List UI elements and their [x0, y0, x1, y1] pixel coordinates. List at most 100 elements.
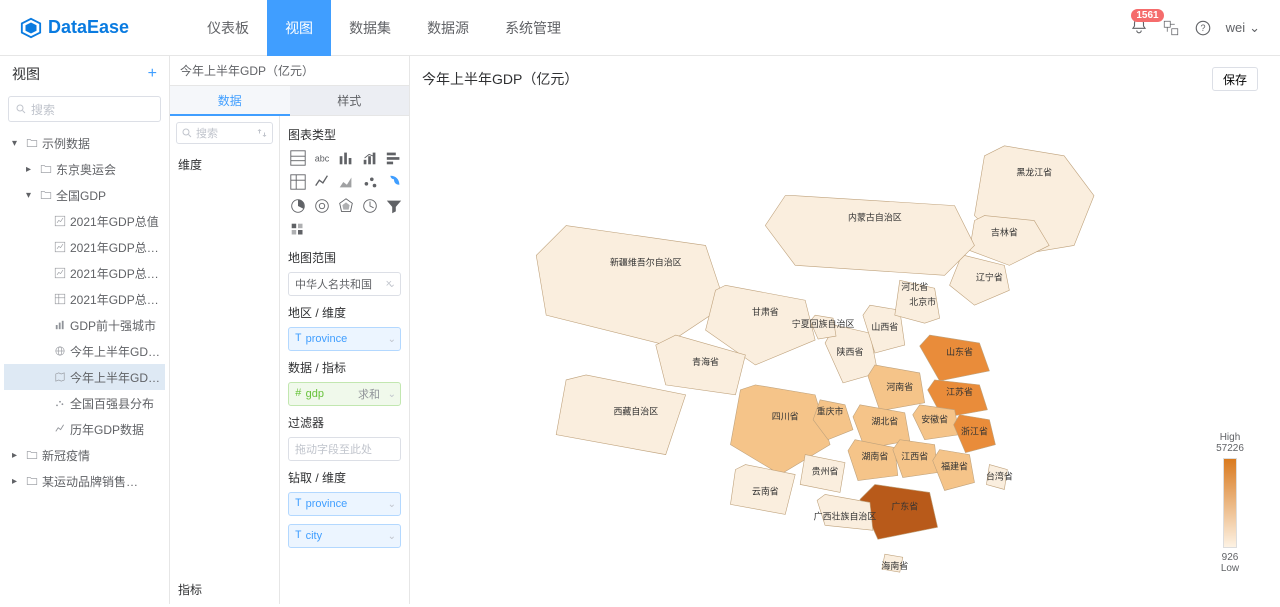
province-label: 四川省 — [772, 411, 799, 422]
view-tree: ▾示例数据▸东京奥运会▾全国GDP2021年GDP总值2021年GDP总…202… — [0, 130, 169, 604]
folder-icon — [40, 189, 52, 201]
chart-type-4[interactable] — [384, 149, 404, 167]
tree-item-0[interactable]: ▾示例数据 — [4, 130, 165, 156]
tree-item-10[interactable]: 全国百强县分布 — [4, 390, 165, 416]
breadcrumb-bar: 今年上半年GDP（亿元） — [170, 56, 409, 86]
tree-item-13[interactable]: ▸某运动品牌销售… — [4, 468, 165, 494]
tab-style[interactable]: 样式 — [290, 86, 410, 116]
chart-type-2[interactable] — [336, 149, 356, 167]
chart-type-label: 图表类型 — [288, 126, 401, 143]
filter-label: 过滤器 — [288, 414, 401, 431]
sidebar-search[interactable]: 搜索 — [8, 96, 161, 122]
nav-item-3[interactable]: 数据源 — [409, 0, 487, 56]
chart-icon — [54, 215, 66, 227]
legend-max: 57226 — [1210, 443, 1250, 454]
drill-field-1[interactable]: T province ⌄ — [288, 492, 401, 516]
nav-item-1[interactable]: 视图 — [267, 0, 331, 56]
add-view-button[interactable]: + — [148, 65, 157, 83]
prov-neimenggu[interactable] — [765, 196, 974, 276]
chart-type-grid: abc — [288, 149, 401, 239]
tab-data[interactable]: 数据 — [170, 86, 290, 116]
chevron-down-icon: ⌄ — [388, 531, 396, 542]
notification-badge: 1561 — [1131, 9, 1163, 22]
search-placeholder: 搜索 — [31, 101, 55, 118]
bar-icon — [54, 319, 66, 331]
search-icon — [15, 103, 27, 115]
chart-type-0[interactable] — [288, 149, 308, 167]
province-label: 陕西省 — [837, 346, 864, 357]
folder-icon — [26, 137, 38, 149]
nav-item-2[interactable]: 数据集 — [331, 0, 409, 56]
province-label: 河北省 — [901, 281, 928, 292]
nav-item-4[interactable]: 系统管理 — [487, 0, 579, 56]
chart-type-10[interactable] — [288, 197, 308, 215]
tree-item-5[interactable]: 2021年GDP总… — [4, 260, 165, 286]
chart-type-15[interactable] — [288, 221, 308, 239]
tree-item-6[interactable]: 2021年GDP总… — [4, 286, 165, 312]
province-label: 江西省 — [901, 451, 928, 462]
chart-config: 图表类型 abc 地图范围 中华人名共和国 × ⌄ 地区 / 维度 T prov… — [280, 116, 409, 604]
province-label: 贵州省 — [812, 466, 839, 477]
chart-type-14[interactable] — [384, 197, 404, 215]
province-label: 浙江省 — [961, 426, 988, 437]
chart-type-8[interactable] — [360, 173, 380, 191]
filter-dropzone[interactable]: 拖动字段至此处 — [288, 437, 401, 461]
user-menu[interactable]: wei ⌄ — [1226, 20, 1260, 36]
chart-type-9[interactable] — [384, 173, 404, 191]
prov-xinjiang[interactable] — [536, 226, 725, 346]
region-dim-field[interactable]: T province ⌄ — [288, 327, 401, 351]
map-range-select[interactable]: 中华人名共和国 × ⌄ — [288, 272, 401, 296]
china-map[interactable]: 黑龙江省吉林省辽宁省内蒙古自治区新疆维吾尔自治区甘肃省青海省西藏自治区四川省重庆… — [410, 106, 1280, 604]
aggregation-label: 求和 — [358, 386, 380, 402]
chart-type-11[interactable] — [312, 197, 332, 215]
map-icon — [54, 371, 66, 383]
dimensions-label: 维度 — [170, 150, 279, 179]
data-metric-field[interactable]: # gdp 求和 ⌄ — [288, 382, 401, 406]
province-label: 宁夏回族自治区 — [792, 318, 855, 329]
tree-item-7[interactable]: GDP前十强城市 — [4, 312, 165, 338]
chart-type-1[interactable]: abc — [312, 149, 332, 167]
brand-logo[interactable]: DataEase — [20, 17, 129, 39]
tree-item-1[interactable]: ▸东京奥运会 — [4, 156, 165, 182]
chart-type-7[interactable] — [336, 173, 356, 191]
chart-type-5[interactable] — [288, 173, 308, 191]
lang-icon[interactable] — [1162, 19, 1180, 37]
nav-item-0[interactable]: 仪表板 — [189, 0, 267, 56]
tree-item-12[interactable]: ▸新冠疫情 — [4, 442, 165, 468]
text-type-icon: T — [295, 333, 302, 345]
canvas-title: 今年上半年GDP（亿元） — [422, 69, 578, 89]
chevron-down-icon: ⌄ — [388, 334, 396, 345]
chart-type-13[interactable] — [360, 197, 380, 215]
save-button[interactable]: 保存 — [1212, 67, 1258, 91]
tree-item-11[interactable]: 历年GDP数据 — [4, 416, 165, 442]
line-icon — [54, 423, 66, 435]
text-type-icon: T — [295, 530, 302, 542]
fields-panel: 搜索 维度 指标 — [170, 116, 280, 604]
province-label: 河南省 — [886, 381, 913, 392]
tree-item-9[interactable]: 今年上半年GD… — [4, 364, 165, 390]
notification-button[interactable]: 1561 — [1130, 17, 1148, 38]
legend-gradient — [1223, 458, 1237, 548]
chart-icon — [54, 241, 66, 253]
province-label: 吉林省 — [991, 226, 1018, 237]
chevron-down-icon: ⌄ — [388, 389, 396, 400]
drill-field-2[interactable]: T city ⌄ — [288, 524, 401, 548]
main-area: 视图 + 搜索 ▾示例数据▸东京奥运会▾全国GDP2021年GDP总值2021年… — [0, 56, 1280, 604]
chart-type-3[interactable] — [360, 149, 380, 167]
province-label: 辽宁省 — [976, 271, 1003, 282]
swap-icon[interactable] — [256, 127, 268, 139]
tree-item-4[interactable]: 2021年GDP总… — [4, 234, 165, 260]
chart-type-12[interactable] — [336, 197, 356, 215]
table-icon — [54, 293, 66, 305]
tree-item-2[interactable]: ▾全国GDP — [4, 182, 165, 208]
tree-item-8[interactable]: 今年上半年GD… — [4, 338, 165, 364]
prov-shandong[interactable] — [920, 335, 990, 381]
chart-type-6[interactable] — [312, 173, 332, 191]
fields-search[interactable]: 搜索 — [176, 122, 273, 144]
map-legend: High 57226 926 Low — [1210, 432, 1250, 574]
number-type-icon: # — [295, 388, 302, 400]
sidebar: 视图 + 搜索 ▾示例数据▸东京奥运会▾全国GDP2021年GDP总值2021年… — [0, 56, 170, 604]
folder-icon — [40, 163, 52, 175]
help-icon[interactable]: ? — [1194, 19, 1212, 37]
tree-item-3[interactable]: 2021年GDP总值 — [4, 208, 165, 234]
